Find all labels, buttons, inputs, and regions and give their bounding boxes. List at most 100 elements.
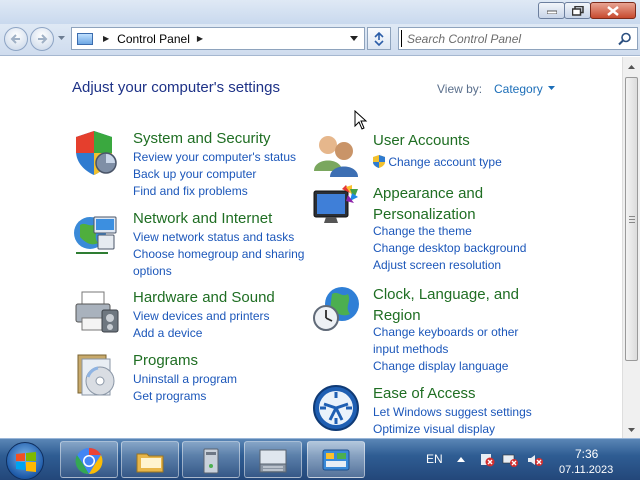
- link-suggest-settings[interactable]: Let Windows suggest settings: [373, 404, 532, 421]
- link-backup[interactable]: Back up your computer: [133, 166, 296, 183]
- link-desktop-background[interactable]: Change desktop background: [373, 240, 526, 257]
- link-screen-resolution[interactable]: Adjust screen resolution: [373, 257, 526, 274]
- view-by-dropdown[interactable]: Category: [494, 82, 543, 96]
- chevron-down-icon[interactable]: [350, 36, 358, 41]
- category-title[interactable]: Appearance and Personalization: [373, 183, 483, 225]
- breadcrumb-separator-icon[interactable]: ▶: [103, 34, 109, 43]
- link-input-methods[interactable]: input methods: [373, 341, 518, 358]
- refresh-icon: [374, 32, 384, 46]
- breadcrumb-control-panel[interactable]: Control Panel: [117, 32, 190, 46]
- taskbar-computer[interactable]: [182, 441, 240, 478]
- category-network-internet: Network and Internet View network status…: [72, 209, 312, 279]
- clock-date[interactable]: 07.11.2023: [559, 464, 613, 476]
- taskbar-keyboard[interactable]: [244, 441, 302, 478]
- scrollbar-thumb[interactable]: [625, 77, 638, 361]
- category-title[interactable]: Network and Internet: [133, 209, 272, 229]
- refresh-button[interactable]: [367, 27, 391, 50]
- users-icon[interactable]: [312, 131, 360, 179]
- taskbar-chrome[interactable]: [60, 441, 118, 478]
- network-icon[interactable]: [502, 453, 518, 467]
- link-change-theme[interactable]: Change the theme: [373, 223, 526, 240]
- category-title[interactable]: Ease of Access: [373, 384, 476, 404]
- start-button[interactable]: [6, 442, 44, 480]
- clock-time[interactable]: 7:36: [575, 447, 598, 461]
- link-display-language[interactable]: Change display language: [373, 358, 518, 375]
- vertical-scrollbar[interactable]: [622, 57, 640, 438]
- show-hidden-icons-icon[interactable]: [457, 456, 465, 462]
- category-title[interactable]: System and Security: [133, 129, 271, 149]
- shield-icon[interactable]: [72, 129, 120, 177]
- category-title[interactable]: Hardware and Sound: [133, 288, 275, 308]
- category-title[interactable]: Clock, Language, and Region: [373, 284, 519, 326]
- recent-pages-dropdown[interactable]: [58, 36, 65, 41]
- close-icon: [607, 5, 619, 16]
- close-button[interactable]: [590, 2, 636, 19]
- control-panel-icon: [77, 32, 93, 45]
- window-titlebar: [0, 0, 640, 24]
- programs-disc-icon[interactable]: [72, 351, 120, 399]
- language-indicator[interactable]: EN: [426, 452, 443, 466]
- keyboard-icon: [259, 449, 287, 473]
- search-input[interactable]: [401, 30, 611, 47]
- mouse-cursor-icon: [354, 110, 368, 130]
- link-homegroup[interactable]: Choose homegroup and sharing: [133, 246, 304, 263]
- link-optimize-visual[interactable]: Optimize visual display: [373, 421, 532, 438]
- forward-button[interactable]: [30, 27, 54, 51]
- file-explorer-icon: [136, 453, 164, 473]
- search-box[interactable]: [398, 27, 638, 50]
- arrow-right-icon: [38, 34, 48, 44]
- link-label[interactable]: Change account type: [388, 155, 501, 169]
- taskbar-control-panel[interactable]: [307, 441, 365, 478]
- ease-of-access-icon[interactable]: [312, 384, 360, 432]
- monitor-palette-icon[interactable]: [312, 183, 360, 231]
- link-uninstall-program[interactable]: Uninstall a program: [133, 371, 237, 388]
- windows-logo-icon: [16, 452, 36, 472]
- back-button[interactable]: [4, 27, 28, 51]
- category-title-line[interactable]: Clock, Language, and: [373, 284, 519, 305]
- control-panel-icon: [322, 449, 350, 471]
- link-network-status[interactable]: View network status and tasks: [133, 229, 304, 246]
- category-title[interactable]: User Accounts: [373, 131, 470, 151]
- minimize-button[interactable]: [538, 2, 565, 19]
- link-get-programs[interactable]: Get programs: [133, 388, 237, 405]
- category-system-security: System and Security Review your computer…: [72, 129, 312, 199]
- network-globe-icon[interactable]: [72, 209, 120, 257]
- restore-icon: [571, 5, 584, 16]
- action-center-icon[interactable]: [479, 453, 495, 467]
- category-hardware-sound: Hardware and Sound View devices and prin…: [72, 288, 312, 348]
- control-panel-content: Adjust your computer's settings View by:…: [0, 57, 622, 438]
- page-title: Adjust your computer's settings: [72, 79, 280, 96]
- category-title[interactable]: Programs: [133, 351, 198, 371]
- category-title-line[interactable]: Region: [373, 305, 519, 326]
- printer-icon[interactable]: [72, 288, 120, 336]
- chevron-down-icon[interactable]: [548, 86, 555, 90]
- minimize-icon: [546, 10, 557, 14]
- category-programs: Programs Uninstall a program Get program…: [72, 351, 312, 411]
- uac-shield-icon: [373, 155, 385, 168]
- restore-button[interactable]: [564, 2, 591, 19]
- link-change-account-type[interactable]: Change account type: [373, 154, 502, 171]
- link-devices-printers[interactable]: View devices and printers: [133, 308, 270, 325]
- category-ease-of-access: Ease of Access Let Windows suggest setti…: [312, 384, 572, 438]
- link-homegroup-options[interactable]: options: [133, 263, 304, 280]
- computer-icon: [203, 448, 219, 474]
- volume-muted-icon[interactable]: [527, 453, 543, 467]
- category-clock-language-region: Clock, Language, and Region Change keybo…: [312, 284, 572, 376]
- category-title-line[interactable]: Appearance and: [373, 183, 483, 204]
- link-review-status[interactable]: Review your computer's status: [133, 149, 296, 166]
- address-bar[interactable]: ▶ Control Panel ▶: [71, 27, 365, 50]
- breadcrumb-separator-icon[interactable]: ▶: [197, 34, 203, 43]
- link-add-device[interactable]: Add a device: [133, 325, 270, 342]
- category-appearance: Appearance and Personalization Change th…: [312, 183, 572, 273]
- arrow-left-icon: [10, 34, 20, 44]
- link-find-fix[interactable]: Find and fix problems: [133, 183, 296, 200]
- link-change-keyboards[interactable]: Change keyboards or other: [373, 324, 518, 341]
- category-title-line[interactable]: Personalization: [373, 204, 483, 225]
- view-by-label: View by:: [437, 82, 483, 96]
- search-icon[interactable]: [618, 32, 632, 46]
- globe-clock-icon[interactable]: [312, 284, 360, 332]
- scroll-down-icon[interactable]: [623, 421, 640, 438]
- scroll-up-icon[interactable]: [623, 59, 640, 76]
- navigation-bar: ▶ Control Panel ▶: [0, 24, 640, 56]
- taskbar-file-explorer[interactable]: [121, 441, 179, 478]
